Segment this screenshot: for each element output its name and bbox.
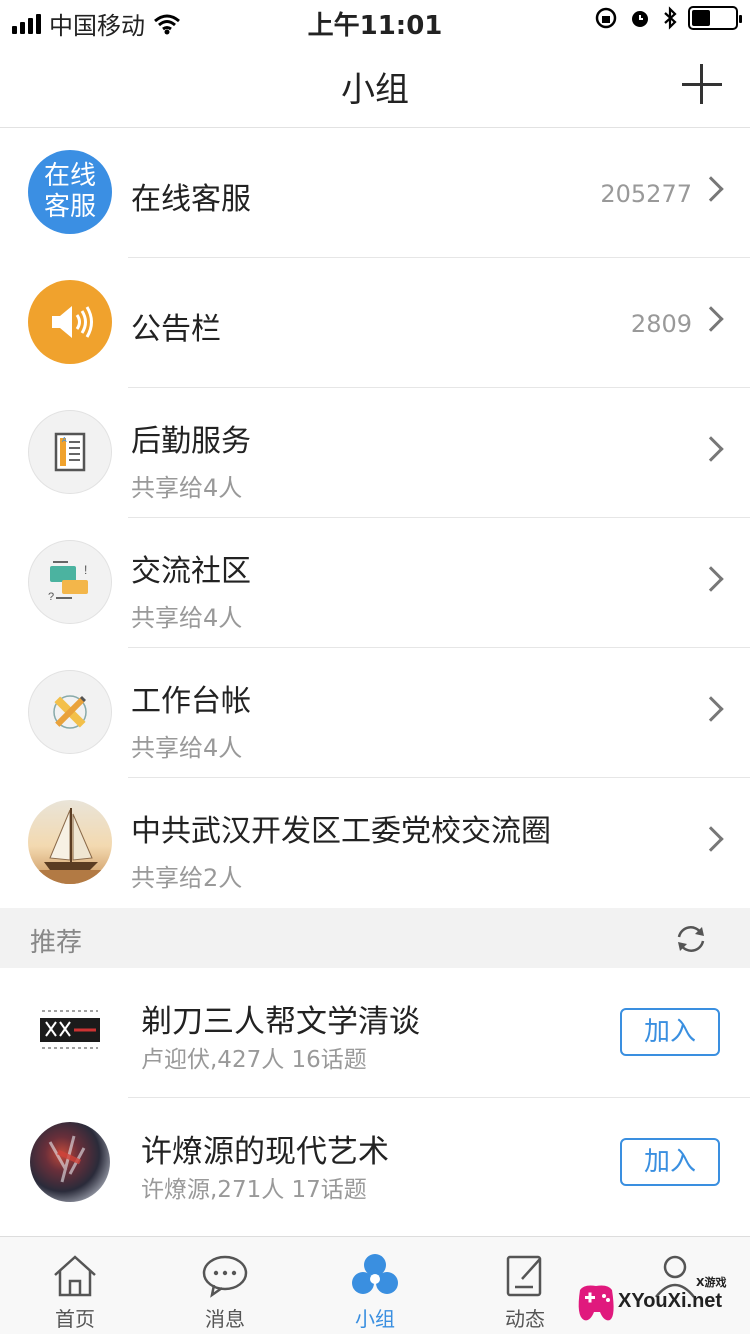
battery-icon <box>688 6 742 30</box>
join-button[interactable]: 加入 <box>620 1138 720 1186</box>
group-count: 205277 <box>600 180 692 208</box>
chevron-right-icon <box>698 176 724 202</box>
speaker-icon <box>28 280 112 364</box>
recommend-item[interactable]: 剃刀三人帮文学清谈 卢迎伏,427人 16话题 加入 <box>0 968 750 1098</box>
chevron-right-icon <box>698 436 724 462</box>
sailboat-photo <box>28 800 112 884</box>
recommend-item[interactable]: 许燎源的现代艺术 许燎源,271人 17话题 加入 <box>0 1098 750 1228</box>
group-title: 在线客服 <box>131 182 251 217</box>
group-subtitle: 共享给2人 <box>131 864 243 892</box>
tab-messages[interactable]: 消息 <box>150 1237 300 1334</box>
recommend-title: 许燎源的现代艺术 <box>141 1134 389 1170</box>
recommend-label: 推荐 <box>30 928 83 958</box>
refresh-icon[interactable] <box>674 922 708 956</box>
group-title: 中共武汉开发区工委党校交流圈 <box>131 814 551 849</box>
svg-text:A: A <box>62 437 67 444</box>
group-title: 公告栏 <box>131 312 221 347</box>
home-icon <box>54 1255 96 1297</box>
group-count: 2809 <box>630 310 692 338</box>
chat-bubbles-icon: ! ? <box>28 540 112 624</box>
group-row-community[interactable]: ! ? 交流社区 共享给4人 <box>0 518 750 648</box>
group-icon <box>352 1254 398 1294</box>
tab-label: 消息 <box>205 1307 245 1331</box>
page-title: 小组 <box>341 70 409 110</box>
group-row-party-school[interactable]: 中共武汉开发区工委党校交流圈 共享给2人 <box>0 778 750 908</box>
gamepad-logo-icon <box>578 1285 614 1321</box>
group-title: 后勤服务 <box>131 424 251 459</box>
watermark-small: X游戏 <box>696 1276 727 1289</box>
svg-text:?: ? <box>48 591 54 603</box>
recommend-header: 推荐 <box>0 908 750 968</box>
group-list: 在线 客服 在线客服 205277 公告栏 2809 A 后勤服务 共享给4人 … <box>0 128 750 908</box>
tab-label: 首页 <box>55 1307 95 1331</box>
group-row-customer-service[interactable]: 在线 客服 在线客服 205277 <box>0 128 750 258</box>
tab-groups[interactable]: 小组 <box>300 1237 450 1334</box>
message-icon <box>202 1255 248 1298</box>
chevron-right-icon <box>698 306 724 332</box>
bluetooth-icon <box>664 6 677 30</box>
rotation-lock-icon <box>595 7 617 29</box>
recommend-subtitle: 许燎源,271人 17话题 <box>141 1177 367 1203</box>
svg-text:!: ! <box>84 563 87 577</box>
watermark-text: XYouXi.net <box>618 1290 723 1312</box>
tab-label: 小组 <box>355 1307 395 1331</box>
chevron-right-icon <box>698 566 724 592</box>
status-right <box>594 6 742 30</box>
group-row-logistics[interactable]: A 后勤服务 共享给4人 <box>0 388 750 518</box>
group-subtitle: 共享给4人 <box>131 604 243 632</box>
plus-icon[interactable] <box>682 64 722 104</box>
alarm-icon <box>632 11 648 27</box>
group-title: 交流社区 <box>131 554 251 589</box>
recommend-title: 剃刀三人帮文学清谈 <box>141 1004 420 1040</box>
pencil-ruler-icon <box>28 670 112 754</box>
group-title: 工作台帐 <box>131 684 251 719</box>
recommend-list: 剃刀三人帮文学清谈 卢迎伏,427人 16话题 加入 许燎源的现代艺术 许燎源,… <box>0 968 750 1228</box>
watermark: X游戏 XYouXi.net <box>572 1274 742 1326</box>
group-row-workbench[interactable]: 工作台帐 共享给4人 <box>0 648 750 778</box>
nav-bar: 小组 <box>0 42 750 128</box>
group-subtitle: 共享给4人 <box>131 734 243 762</box>
status-bar: 中国移动 上午11:01 <box>0 0 750 42</box>
edit-icon <box>506 1255 542 1297</box>
join-button[interactable]: 加入 <box>620 1008 720 1056</box>
group-subtitle: 共享给4人 <box>131 474 243 502</box>
document-icon: A <box>28 410 112 494</box>
chevron-right-icon <box>698 696 724 722</box>
chevron-right-icon <box>698 826 724 852</box>
art-avatar <box>30 1122 110 1202</box>
group-row-bulletin[interactable]: 公告栏 2809 <box>0 258 750 388</box>
razor-group-logo <box>36 1006 104 1056</box>
tab-home[interactable]: 首页 <box>0 1237 150 1334</box>
customer-service-icon: 在线 客服 <box>28 150 112 234</box>
recommend-subtitle: 卢迎伏,427人 16话题 <box>141 1047 367 1073</box>
